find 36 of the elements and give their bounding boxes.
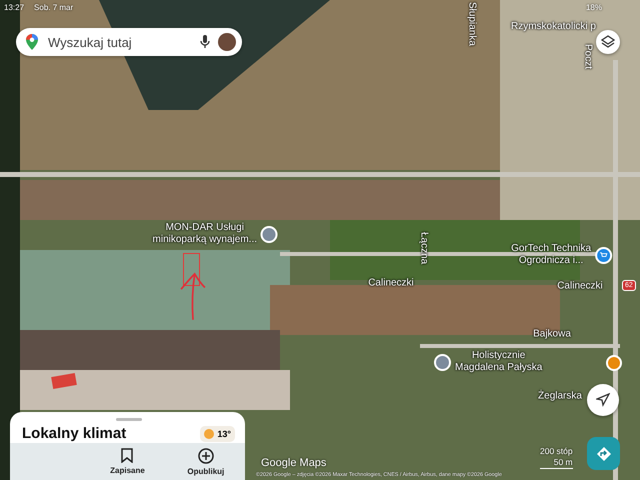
street-label: Poczt bbox=[582, 44, 594, 70]
search-field[interactable]: Wyszukaj tutaj bbox=[46, 34, 192, 50]
street-label: Calineczki bbox=[368, 278, 414, 288]
status-time: 13:27 bbox=[4, 3, 24, 12]
bookmark-icon bbox=[121, 448, 134, 463]
street-label: Calineczki bbox=[557, 280, 603, 292]
nav-tab[interactable]: Zapisane bbox=[88, 443, 167, 480]
place-label[interactable]: GorTech Technika Ogrodnicza i... bbox=[511, 243, 591, 267]
sheet-title: Lokalny klimat bbox=[22, 425, 126, 442]
battery-level: 18% bbox=[586, 3, 602, 12]
directions-button[interactable] bbox=[587, 437, 620, 470]
plot-outline bbox=[183, 253, 200, 286]
street-label: Słupianka bbox=[466, 2, 478, 46]
nav-tab[interactable]: Opublikuj bbox=[166, 443, 245, 480]
satellite-map[interactable] bbox=[0, 0, 640, 480]
place-label[interactable]: Holistycznie Magdalena Pałyska bbox=[455, 350, 542, 374]
google-maps-logo: Google Maps bbox=[261, 457, 326, 469]
maps-pin-icon bbox=[26, 34, 38, 50]
microphone-icon[interactable] bbox=[200, 35, 210, 49]
street-label: Bajkowa bbox=[533, 328, 571, 340]
search-bar[interactable]: Wyszukaj tutaj bbox=[16, 28, 242, 56]
avatar[interactable] bbox=[218, 33, 236, 51]
bottom-sheet[interactable]: Lokalny klimat 13° bbox=[10, 412, 245, 443]
scale-label: 200 stóp bbox=[540, 446, 573, 457]
layers-icon bbox=[600, 34, 616, 50]
temperature: 13° bbox=[217, 428, 231, 438]
directions-icon bbox=[596, 446, 612, 462]
street-label: Łączna bbox=[418, 232, 430, 264]
add-icon bbox=[198, 448, 214, 464]
status-date: Sob. 7 mar bbox=[34, 3, 74, 12]
drag-handle[interactable] bbox=[116, 418, 142, 421]
weather-chip[interactable]: 13° bbox=[200, 426, 235, 442]
street-label: Żeglarska bbox=[538, 390, 582, 402]
place-label[interactable]: MON-DAR Usługi minikoparką wynajem... bbox=[152, 222, 257, 246]
navigation-arrow-icon bbox=[596, 393, 610, 407]
scale-label: 50 m bbox=[554, 457, 573, 468]
